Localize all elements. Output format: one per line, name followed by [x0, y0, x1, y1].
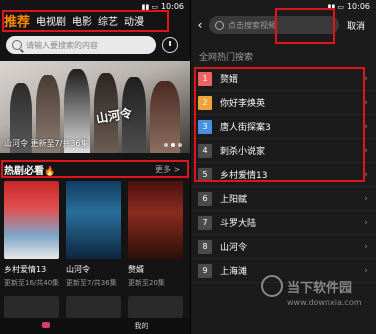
hot-search-item[interactable]: 7 斗罗大陆 ›	[191, 211, 376, 235]
more-button[interactable]: 更多 >	[155, 164, 180, 175]
tab-variety[interactable]: 综艺	[98, 16, 118, 30]
hot-search-title: 你好李焕英	[220, 99, 266, 109]
status-icons: ▮▮ ▭	[328, 3, 344, 11]
status-time: 10:06	[346, 2, 370, 11]
tab-tv[interactable]: 电视剧	[36, 16, 66, 30]
hot-search-title: 山河令	[220, 243, 248, 253]
banner-pager	[164, 143, 182, 147]
drama-card[interactable]: 山河令 更新至7/共36集	[66, 181, 121, 288]
search-input[interactable]: 点击搜索视频	[209, 16, 339, 34]
rank-badge: 7	[198, 215, 212, 230]
chevron-right-icon: ›	[364, 193, 368, 204]
hot-search-title: 刺杀小说家	[220, 147, 266, 157]
hot-search-title: 赘婿	[220, 75, 239, 85]
hot-search-item[interactable]: 5 乡村爱情13 ›	[191, 163, 376, 187]
watermark: 当下软件园	[261, 275, 352, 297]
chevron-right-icon: ›	[364, 169, 368, 180]
search-placeholder: 点击搜索视频	[228, 20, 276, 30]
card-update: 更新至16/共40集	[4, 279, 60, 287]
hot-search-title: 上海滩	[220, 267, 248, 277]
hot-search-heading: 全网热门搜索	[199, 53, 254, 63]
drama-card[interactable]: 赘婿 更新至20集	[128, 181, 183, 288]
nav-mine[interactable]: 我的	[135, 321, 149, 331]
hot-search-item[interactable]: 4 刺杀小说家 ›	[191, 139, 376, 163]
cancel-button[interactable]: 取消	[347, 19, 365, 32]
history-icon[interactable]	[162, 37, 178, 53]
hot-search-list: 1 赘婿 › 2 你好李焕英 › 3 唐人街探案3 › 4 刺杀小说家 › 5 乡村爱情13 › 6 上阳赋 › 7…	[191, 67, 376, 283]
chevron-right-icon: ›	[364, 265, 368, 276]
category-tabs: 推荐 电视剧 电影 综艺 动漫	[4, 9, 144, 30]
bottom-nav: 我的	[0, 318, 190, 334]
pager-dot	[164, 143, 168, 147]
rank-badge: 4	[198, 143, 212, 158]
hot-search-item[interactable]: 1 赘婿 ›	[191, 67, 376, 91]
hot-search-title: 唐人街探案3	[220, 123, 271, 133]
search-header: ‹ 点击搜索视频 取消	[191, 13, 376, 37]
rank-badge: 6	[198, 191, 212, 206]
watermark-logo-icon	[261, 275, 283, 297]
chevron-right-icon: ›	[364, 121, 368, 132]
rank-badge: 2	[198, 95, 212, 110]
tab-recommend[interactable]: 推荐	[4, 16, 30, 30]
chevron-right-icon: ›	[364, 217, 368, 228]
hot-search-item[interactable]: 2 你好李焕英 ›	[191, 91, 376, 115]
home-screen: ▮▮ ▭ 10:06 推荐 电视剧 电影 综艺 动漫 请输入要搜索的内容 山河令…	[0, 0, 190, 334]
rank-badge: 5	[198, 167, 212, 182]
home-icon	[41, 322, 50, 328]
more-posters-row	[4, 296, 183, 318]
drama-cards: 乡村爱情13 更新至16/共40集 山河令 更新至7/共36集 赘婿 更新至20…	[4, 181, 183, 288]
search-screen: ▮▮ ▭ 10:06 ‹ 点击搜索视频 取消 全网热门搜索 1 赘婿 › 2 你好李焕英…	[191, 0, 376, 334]
hot-search-item[interactable]: 6 上阳赋 ›	[191, 187, 376, 211]
tab-anime[interactable]: 动漫	[124, 16, 144, 30]
chevron-right-icon: ›	[364, 241, 368, 252]
search-input[interactable]: 请输入要搜索的内容	[6, 36, 156, 54]
status-icons: ▮▮ ▭	[142, 3, 158, 11]
card-title: 乡村爱情13	[4, 265, 47, 274]
banner-caption: 山河令 更新至7/共36集	[4, 139, 89, 148]
drama-card[interactable]: 乡村爱情13 更新至16/共40集	[4, 181, 59, 288]
search-icon	[215, 20, 224, 30]
pager-dot-active	[171, 143, 175, 147]
card-title: 赘婿	[128, 265, 144, 274]
back-icon[interactable]: ‹	[191, 18, 209, 32]
hot-search-title: 乡村爱情13	[220, 171, 268, 181]
rank-badge: 1	[198, 71, 212, 86]
pager-dot	[178, 143, 182, 147]
fire-icon: 🔥	[44, 167, 56, 177]
chevron-right-icon: ›	[364, 97, 368, 108]
rank-badge: 8	[198, 239, 212, 254]
hot-search-item[interactable]: 3 唐人街探案3 ›	[191, 115, 376, 139]
card-title: 山河令	[66, 265, 90, 274]
section-title: 热剧必看🔥	[4, 162, 55, 177]
card-update: 更新至20集	[128, 279, 165, 287]
poster-placeholder[interactable]	[4, 296, 59, 318]
battery-icon: ▭	[151, 2, 158, 11]
chevron-right-icon: ›	[364, 145, 368, 156]
featured-banner[interactable]: 山河令 山河令 更新至7/共36集	[0, 61, 190, 153]
status-time: 10:06	[160, 2, 184, 11]
battery-icon: ▭	[337, 2, 344, 11]
hot-search-title: 上阳赋	[220, 195, 248, 205]
tab-movie[interactable]: 电影	[72, 16, 92, 30]
search-icon	[12, 40, 22, 50]
hot-search-item[interactable]: 8 山河令 ›	[191, 235, 376, 259]
poster-image	[128, 181, 183, 259]
chevron-right-icon: ›	[364, 73, 368, 84]
watermark-url: www.downxia.com	[287, 298, 362, 307]
nav-home[interactable]	[41, 322, 52, 330]
poster-placeholder[interactable]	[128, 296, 183, 318]
poster-image	[4, 181, 59, 259]
signal-icon: ▮▮	[327, 2, 336, 11]
rank-badge: 9	[198, 263, 212, 278]
section-title-text: 热剧必看	[4, 166, 44, 177]
card-update: 更新至7/共36集	[66, 279, 117, 287]
hot-search-title: 斗罗大陆	[220, 219, 257, 229]
search-placeholder: 请输入要搜索的内容	[26, 40, 98, 50]
status-bar: ▮▮ ▭ 10:06	[191, 0, 376, 13]
watermark-text: 当下软件园	[287, 280, 353, 296]
rank-badge: 3	[198, 119, 212, 134]
poster-image	[66, 181, 121, 259]
poster-placeholder[interactable]	[66, 296, 121, 318]
